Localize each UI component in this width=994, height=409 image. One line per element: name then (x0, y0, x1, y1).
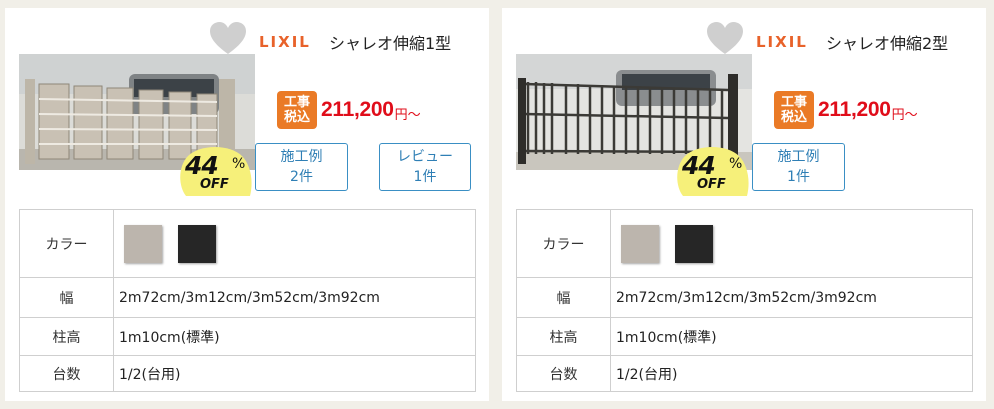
spec-label-color: カラー (516, 209, 611, 278)
product-title[interactable]: シャレオ伸縮1型 (329, 30, 451, 54)
color-swatch-gray[interactable] (621, 224, 659, 263)
discount-badge: 44 % OFF (675, 146, 751, 196)
color-swatch-gray[interactable] (124, 224, 162, 263)
spec-row-width: 幅 2m72cm/3m12cm/3m52cm/3m92cm (19, 277, 476, 318)
spec-table: カラー 幅 2m72cm/3m12cm/3m52cm/3m92cm 柱高 1m1… (19, 209, 476, 392)
discount-number: 44 (185, 151, 219, 180)
brand-logo-text: LIXIL (756, 33, 808, 51)
button-count: 2件 (290, 169, 313, 185)
spec-row-height: 柱高 1m10cm(標準) (516, 317, 973, 356)
spec-label-width: 幅 (19, 277, 114, 318)
brand-logo-text: LIXIL (259, 33, 311, 51)
tax-included-badge: 工事 税込 (277, 91, 317, 129)
product-card-2[interactable]: 44 % OFF LIXIL シャレオ伸縮2型 工事 税込 211,200 円〜… (502, 8, 986, 401)
color-swatch-black[interactable] (178, 224, 217, 263)
price-row: 工事 税込 211,200 円〜 (277, 91, 421, 129)
spec-row-width: 幅 2m72cm/3m12cm/3m52cm/3m92cm (516, 277, 973, 318)
construction-examples-button[interactable]: 施工例 1件 (752, 143, 845, 191)
spec-value-height: 1m10cm(標準) (610, 317, 973, 356)
spec-value-count: 1/2(台用) (610, 355, 973, 392)
discount-badge: 44 % OFF (178, 146, 254, 196)
brand-logo: LIXIL (756, 32, 808, 51)
price-value: 211,200 (321, 98, 394, 121)
spec-row-count: 台数 1/2(台用) (19, 355, 476, 392)
spec-value-count: 1/2(台用) (113, 355, 476, 392)
tax-badge-line2: 税込 (780, 110, 807, 125)
spec-label-width: 幅 (516, 277, 611, 318)
discount-percent: % (232, 156, 246, 172)
spec-value-width: 2m72cm/3m12cm/3m52cm/3m92cm (610, 277, 973, 318)
button-label: 施工例 (777, 149, 820, 165)
discount-percent: % (729, 156, 743, 172)
construction-examples-button[interactable]: 施工例 2件 (255, 143, 348, 191)
product-card-1[interactable]: 44 % OFF LIXIL シャレオ伸縮1型 工事 税込 211,200 円〜… (5, 8, 489, 401)
price-value: 211,200 (818, 98, 891, 121)
price-row: 工事 税込 211,200 円〜 (774, 91, 918, 129)
button-count: 1件 (787, 169, 810, 185)
spec-row-height: 柱高 1m10cm(標準) (19, 317, 476, 356)
spec-row-count: 台数 1/2(台用) (516, 355, 973, 392)
spec-row-color: カラー (19, 209, 476, 278)
tax-badge-line2: 税込 (283, 110, 310, 125)
spec-label-height: 柱高 (19, 317, 114, 356)
favorite-heart-icon[interactable] (210, 22, 246, 56)
favorite-heart-icon[interactable] (707, 22, 743, 56)
brand-logo: LIXIL (259, 32, 311, 51)
spec-label-count: 台数 (19, 355, 114, 392)
spec-label-color: カラー (19, 209, 114, 278)
spec-value-width: 2m72cm/3m12cm/3m52cm/3m92cm (113, 277, 476, 318)
spec-label-count: 台数 (516, 355, 611, 392)
spec-label-height: 柱高 (516, 317, 611, 356)
tax-badge-line1: 工事 (283, 95, 310, 110)
tax-included-badge: 工事 税込 (774, 91, 814, 129)
spec-table: カラー 幅 2m72cm/3m12cm/3m52cm/3m92cm 柱高 1m1… (516, 209, 973, 392)
discount-off-label: OFF (697, 177, 726, 192)
discount-off-label: OFF (200, 177, 229, 192)
price-suffix: 円〜 (891, 107, 918, 123)
button-label: 施工例 (280, 149, 323, 165)
spec-row-color: カラー (516, 209, 973, 278)
color-swatch-black[interactable] (675, 224, 714, 263)
discount-number: 44 (682, 151, 716, 180)
reviews-button[interactable]: レビュー 1件 (379, 143, 471, 191)
product-title[interactable]: シャレオ伸縮2型 (826, 30, 948, 54)
price-suffix: 円〜 (394, 107, 421, 123)
button-count: 1件 (413, 169, 437, 185)
button-label: レビュー (397, 149, 453, 165)
tax-badge-line1: 工事 (780, 95, 807, 110)
spec-value-height: 1m10cm(標準) (113, 317, 476, 356)
